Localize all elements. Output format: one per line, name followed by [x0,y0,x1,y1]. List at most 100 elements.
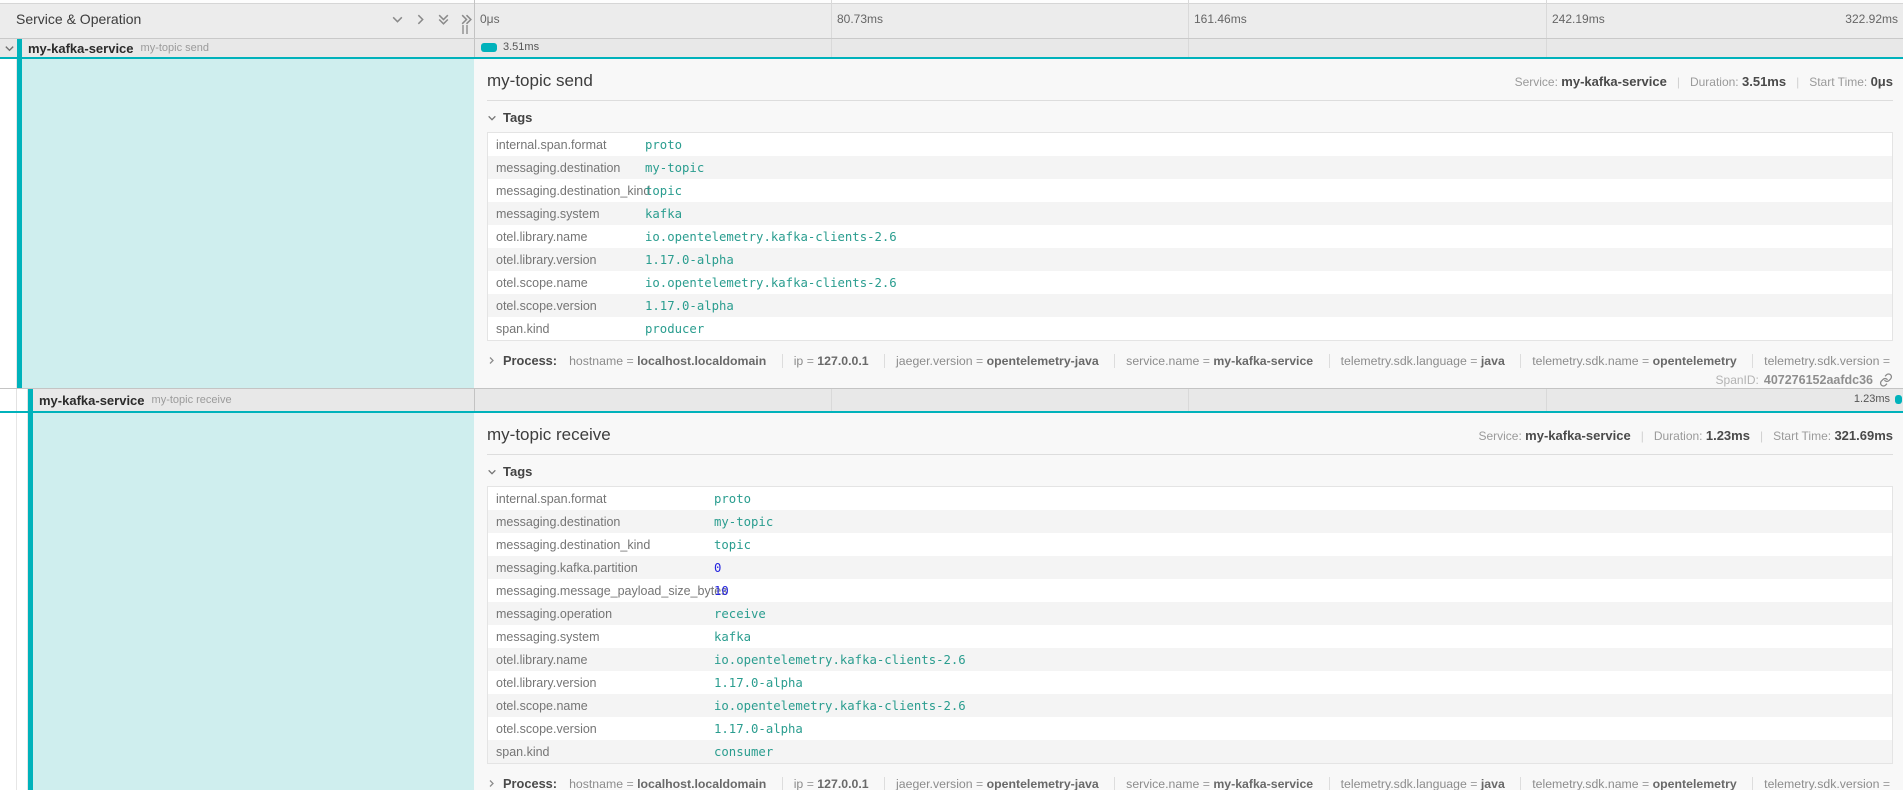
tag-row: internal.span.format proto [488,133,1892,156]
span-row-send[interactable]: my-kafka-servicemy-topic send 3.51ms [0,39,1903,59]
tag-value: 1.17.0-alpha [706,676,803,690]
tag-row: internal.span.format proto [488,487,1892,510]
tag-row: otel.scope.version 1.17.0-alpha [488,717,1892,740]
span-id-row: SpanID: 407276152aafdc36 [487,373,1893,387]
chevron-right-icon[interactable] [414,13,427,26]
gridline [1546,0,1547,38]
tag-value: io.opentelemetry.kafka-clients-2.6 [637,276,897,290]
tag-value: my-topic [637,161,704,175]
tags-accordion-toggle[interactable]: Tags [487,110,1893,125]
tag-row: messaging.destination_kind topic [488,179,1892,202]
span-bar[interactable] [1895,395,1902,404]
process-attribute: telemetry.sdk.languagejava [1329,354,1505,368]
tag-key: otel.library.name [488,653,706,667]
tag-value: io.opentelemetry.kafka-clients-2.6 [637,230,897,244]
process-attribute: telemetry.sdk.version1.17.0 [1752,777,1893,790]
process-attribute: telemetry.sdk.nameopentelemetry [1520,354,1736,368]
tag-key: otel.library.version [488,253,637,267]
tag-value: proto [637,138,682,152]
service-operation-header: Service & Operation [16,0,141,38]
tag-value: io.opentelemetry.kafka-clients-2.6 [706,699,966,713]
double-chevron-right-icon[interactable] [460,13,473,26]
operation-name: my-topic send [141,42,209,54]
tag-row: otel.library.version 1.17.0-alpha [488,671,1892,694]
column-resizer-line[interactable] [474,0,475,38]
tags-table: internal.span.format proto messaging.des… [487,486,1893,764]
deep-link-icon[interactable] [1879,373,1893,387]
tag-row: otel.scope.name io.opentelemetry.kafka-c… [488,271,1892,294]
divider [487,454,1893,455]
gridline [1546,389,1547,411]
chevron-down-icon [487,113,497,123]
indent-guide [0,59,17,388]
gridline [1546,39,1547,57]
process-attribute: service.namemy-kafka-service [1114,354,1313,368]
service-name: my-kafka-service [28,41,134,56]
tag-key: messaging.kafka.partition [488,561,706,575]
tag-key: messaging.system [488,630,706,644]
span-detail-send: my-topic send Service: my-kafka-serviceD… [0,59,1903,389]
expanded-span-rail [33,413,474,790]
tag-row: messaging.message_payload_size_bytes 10 [488,579,1892,602]
tag-key: otel.scope.version [488,299,637,313]
double-chevron-down-icon[interactable] [437,13,450,26]
collapse-span-chevron-icon[interactable] [4,39,15,57]
tag-value: receive [706,607,766,621]
column-resize-handle[interactable] [462,25,470,34]
span-duration-label: 1.23ms [1854,389,1890,409]
gridline [831,389,832,411]
tag-key: internal.span.format [488,492,706,506]
tag-value: 1.17.0-alpha [637,253,734,267]
span-detail-meta: Service: my-kafka-serviceDuration: 1.23m… [1478,428,1893,443]
tag-key: otel.scope.version [488,722,706,736]
tag-row: otel.library.version 1.17.0-alpha [488,248,1892,271]
expanded-span-rail [22,59,474,388]
span-row-receive[interactable]: my-kafka-servicemy-topic receive 1.23ms [0,389,1903,413]
gridline [1188,389,1189,411]
span-detail-receive: my-topic receive Service: my-kafka-servi… [0,413,1903,790]
tag-value: 1.17.0-alpha [706,722,803,736]
tag-key: span.kind [488,745,706,759]
tag-row: otel.scope.name io.opentelemetry.kafka-c… [488,694,1892,717]
indent-guide [0,413,17,790]
tag-value: topic [637,184,682,198]
chevron-right-icon [487,356,496,365]
process-attribute: jaeger.versionopentelemetry-java [884,777,1099,790]
tag-row: otel.library.name io.opentelemetry.kafka… [488,225,1892,248]
ruler-tick: 161.46ms [1194,0,1247,38]
tag-row: messaging.destination_kind topic [488,533,1892,556]
trace-timeline-view: Service & Operation 0μs 80.73ms 161.46ms… [0,0,1903,790]
tag-row: messaging.operation receive [488,602,1892,625]
process-accordion-toggle[interactable]: Process: hostnamelocalhost.localdomain i… [487,351,1893,370]
tag-row: messaging.system kafka [488,202,1892,225]
service-name: my-kafka-service [39,393,145,408]
tag-row: messaging.destination my-topic [488,156,1892,179]
ruler-tick: 242.19ms [1552,0,1605,38]
span-name-cell[interactable]: my-kafka-servicemy-topic receive [0,389,474,411]
gridline [1188,39,1189,57]
tag-row: otel.scope.version 1.17.0-alpha [488,294,1892,317]
tag-value: topic [706,538,751,552]
ruler-tick: 322.92ms [1845,0,1898,38]
chevron-down-icon [487,467,497,477]
tag-value: producer [637,322,704,336]
tag-row: messaging.destination my-topic [488,510,1892,533]
timeline-ruler: Service & Operation 0μs 80.73ms 161.46ms… [0,0,1903,39]
span-name-cell[interactable]: my-kafka-service my-topic send [0,39,474,57]
tag-row: messaging.kafka.partition 0 [488,556,1892,579]
gridline [831,39,832,57]
tag-key: messaging.destination [488,161,637,175]
ruler-tick: 80.73ms [837,0,883,38]
chevron-right-icon [487,779,496,788]
tag-key: messaging.destination_kind [488,184,637,198]
span-color-tab [28,389,33,411]
process-attribute: jaeger.versionopentelemetry-java [884,354,1099,368]
chevron-down-icon[interactable] [391,13,404,26]
span-bar[interactable] [481,43,497,52]
process-attribute: telemetry.sdk.languagejava [1329,777,1505,790]
process-accordion-toggle[interactable]: Process: hostnamelocalhost.localdomain i… [487,774,1893,790]
tags-accordion-toggle[interactable]: Tags [487,464,1893,479]
tag-value: 1.17.0-alpha [637,299,734,313]
ruler-tick: 0μs [480,0,500,38]
span-id-value: 407276152aafdc36 [1764,373,1873,387]
